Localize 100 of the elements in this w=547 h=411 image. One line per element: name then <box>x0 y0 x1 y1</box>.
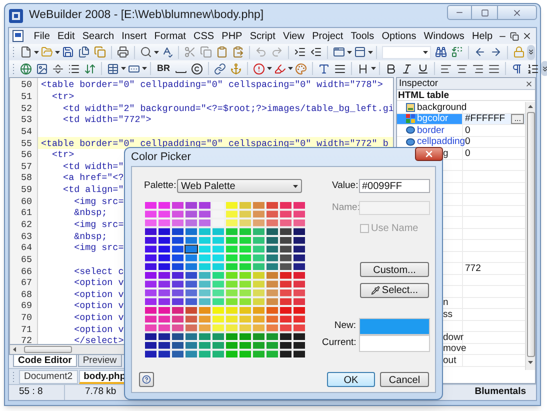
caret-icon[interactable] <box>142 67 147 70</box>
arrows-icon[interactable] <box>84 62 96 74</box>
paragraph-icon[interactable] <box>511 62 523 74</box>
property-row[interactable]: bgcolor #FFFFFF ... <box>397 114 525 125</box>
caret-icon[interactable] <box>154 50 159 54</box>
align-left-icon[interactable] <box>440 62 452 74</box>
bold-icon[interactable] <box>385 62 397 74</box>
scroll-down-icon[interactable] <box>528 361 533 364</box>
find-previous-icon[interactable] <box>474 46 486 58</box>
find-next-icon[interactable] <box>490 46 502 58</box>
table-icon[interactable] <box>107 62 119 74</box>
menu-item[interactable]: PHP <box>218 28 246 44</box>
cut-icon[interactable] <box>184 46 196 58</box>
toolbar-overflow-button[interactable] <box>541 61 547 76</box>
menu-item[interactable]: CSS <box>190 28 218 44</box>
menu-item[interactable]: Edit <box>54 28 79 44</box>
menu-item[interactable]: File <box>30 28 54 44</box>
find-icon[interactable] <box>435 46 447 58</box>
document-icon[interactable] <box>12 30 24 42</box>
code-line: <table border="0" cellpadding="0" cellspacing="0" width="772" b <box>41 138 388 149</box>
line-break-button[interactable]: BR <box>157 62 170 76</box>
caret-icon[interactable] <box>368 50 373 54</box>
heading-icon[interactable] <box>357 62 369 74</box>
anchor-icon[interactable] <box>230 62 242 74</box>
align-center-icon[interactable] <box>456 62 468 74</box>
panel-icon[interactable] <box>354 46 366 58</box>
help-button[interactable] <box>139 372 154 387</box>
cancel-button[interactable]: Cancel <box>380 372 429 387</box>
print-icon[interactable] <box>117 46 129 58</box>
copy-icon[interactable] <box>200 46 212 58</box>
caret-icon[interactable] <box>288 67 293 70</box>
new-file-icon[interactable] <box>20 46 32 58</box>
value-field[interactable]: #0099FF <box>359 179 430 193</box>
font-icon[interactable] <box>318 62 330 74</box>
save-icon[interactable] <box>62 46 74 58</box>
vertical-scrollbar[interactable] <box>525 102 535 370</box>
window-icon[interactable] <box>333 46 345 58</box>
paste-special-icon[interactable] <box>232 46 244 58</box>
palette-dropdown[interactable]: Web Palette <box>177 179 302 193</box>
close-icon[interactable] <box>522 31 532 41</box>
menu-item[interactable]: Project <box>308 28 347 44</box>
caret-icon[interactable] <box>121 67 126 70</box>
caret-icon[interactable] <box>267 67 272 70</box>
menu-item[interactable]: Format <box>150 28 190 44</box>
form-icon[interactable] <box>128 62 140 74</box>
caret-icon[interactable] <box>423 50 428 54</box>
ok-button[interactable]: OK <box>327 372 375 387</box>
menu-item[interactable]: View <box>279 28 308 44</box>
browse-button[interactable]: ... <box>511 114 524 124</box>
close-icon[interactable] <box>525 80 533 88</box>
preview-icon[interactable] <box>140 46 152 58</box>
select-button[interactable]: Select... <box>360 283 429 298</box>
copyright-icon[interactable] <box>191 62 203 74</box>
restore-icon[interactable] <box>510 32 519 40</box>
paste-icon[interactable] <box>216 46 228 58</box>
property-name: ss <box>443 308 452 320</box>
underline-icon[interactable] <box>417 62 429 74</box>
editor-tab[interactable]: Code Editor <box>13 355 77 367</box>
document-tab[interactable]: Document2 <box>19 370 78 384</box>
menu-item[interactable]: Script <box>246 28 280 44</box>
maximize-button[interactable] <box>472 5 497 20</box>
outdent-icon[interactable] <box>310 46 322 58</box>
alert-icon[interactable] <box>253 62 265 74</box>
chevrons-down-icon <box>527 48 535 56</box>
indent-icon[interactable] <box>294 46 306 58</box>
ordered-list-icon[interactable] <box>527 62 539 74</box>
format-icon[interactable] <box>334 62 346 74</box>
editor-tab[interactable]: Preview <box>78 355 122 367</box>
image-icon[interactable] <box>36 62 48 74</box>
menu-item[interactable]: Search <box>78 28 118 44</box>
caret-icon[interactable] <box>347 50 352 54</box>
link-icon[interactable] <box>214 62 226 74</box>
caret-icon[interactable] <box>34 50 39 54</box>
scrollbar-thumb[interactable] <box>526 112 534 357</box>
horizontal-rule-icon[interactable] <box>52 62 64 74</box>
toolbar-overflow-button[interactable] <box>527 44 535 60</box>
align-right-icon[interactable] <box>472 62 484 74</box>
color-grid-drawing[interactable] <box>144 201 306 359</box>
scrollbar-thumb[interactable] <box>24 346 72 353</box>
align-justify-icon[interactable] <box>488 62 500 74</box>
highlighter-icon[interactable] <box>274 62 286 74</box>
menu-item[interactable]: Options <box>378 28 420 44</box>
menu-item[interactable]: Tools <box>346 28 378 44</box>
copy-files-icon[interactable] <box>94 46 106 58</box>
property-row[interactable]: border 0 <box>397 125 525 136</box>
scroll-up-icon[interactable] <box>528 105 533 108</box>
replace-icon[interactable] <box>451 46 463 58</box>
menu-item[interactable]: Insert <box>118 28 150 44</box>
caret-icon[interactable] <box>55 50 60 54</box>
close-button[interactable] <box>415 147 443 161</box>
name-field[interactable] <box>359 201 430 215</box>
menu-item[interactable]: Windows <box>420 28 468 44</box>
save-all-icon[interactable] <box>78 46 90 58</box>
property-row[interactable]: background <box>397 102 525 114</box>
menu-item[interactable]: Help <box>468 28 496 44</box>
custom-button[interactable]: Custom... <box>360 262 429 277</box>
italic-icon[interactable] <box>401 62 413 74</box>
spell-check-icon[interactable] <box>161 46 173 58</box>
caret-icon[interactable] <box>371 67 376 70</box>
globe-icon[interactable] <box>20 62 32 74</box>
